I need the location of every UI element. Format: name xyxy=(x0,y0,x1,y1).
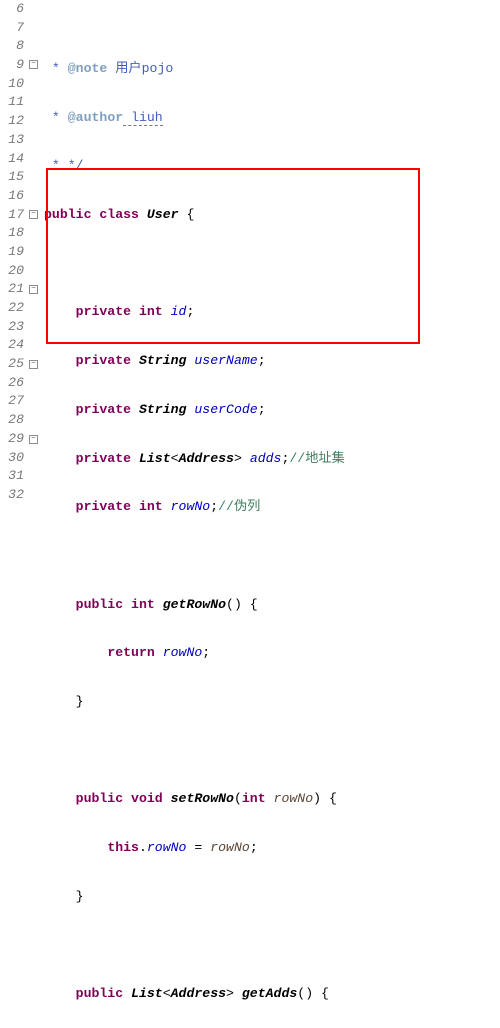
code-line: private String userName; xyxy=(44,352,500,371)
line-number: 20 xyxy=(0,262,24,281)
line-number: 21 xyxy=(0,280,24,299)
fold-toggle-icon[interactable] xyxy=(29,285,38,294)
code-line: * @author liuh xyxy=(44,109,500,128)
line-number-gutter: 6 7 8 9 10 11 12 13 14 15 16 17 18 19 20… xyxy=(0,0,28,1028)
line-number: 18 xyxy=(0,224,24,243)
line-number: 13 xyxy=(0,131,24,150)
fold-toggle-icon[interactable] xyxy=(29,360,38,369)
code-line: * */ xyxy=(44,157,500,176)
line-number: 19 xyxy=(0,243,24,262)
line-number: 15 xyxy=(0,168,24,187)
code-line: * @note 用户pojo xyxy=(44,60,500,79)
line-number: 22 xyxy=(0,299,24,318)
line-number: 32 xyxy=(0,486,24,505)
code-line xyxy=(44,936,500,955)
code-line: public void setRowNo(int rowNo) { xyxy=(44,790,500,809)
code-line: this.rowNo = rowNo; xyxy=(44,839,500,858)
fold-toggle-icon[interactable] xyxy=(29,60,38,69)
fold-toggle-icon[interactable] xyxy=(29,210,38,219)
line-number: 31 xyxy=(0,467,24,486)
line-number: 26 xyxy=(0,374,24,393)
code-line xyxy=(44,255,500,274)
fold-toggle-icon[interactable] xyxy=(29,435,38,444)
line-number: 14 xyxy=(0,150,24,169)
line-number: 7 xyxy=(0,19,24,38)
line-number: 6 xyxy=(0,0,24,19)
line-number: 8 xyxy=(0,37,24,56)
code-line: private int rowNo;//伪列 xyxy=(44,498,500,517)
code-line: public List<Address> getAdds() { xyxy=(44,985,500,1004)
code-line: private String userCode; xyxy=(44,401,500,420)
code-line: private int id; xyxy=(44,303,500,322)
line-number: 28 xyxy=(0,411,24,430)
line-number: 29 xyxy=(0,430,24,449)
line-number: 10 xyxy=(0,75,24,94)
fold-marker-gutter xyxy=(28,0,42,1028)
code-line xyxy=(44,547,500,566)
line-number: 24 xyxy=(0,336,24,355)
line-number: 17 xyxy=(0,206,24,225)
code-line: private List<Address> adds;//地址集 xyxy=(44,450,500,469)
code-area[interactable]: * @note 用户pojo * @author liuh * */ publi… xyxy=(42,0,500,1028)
line-number: 30 xyxy=(0,449,24,468)
code-line: public int getRowNo() { xyxy=(44,596,500,615)
code-line: return rowNo; xyxy=(44,644,500,663)
code-line: } xyxy=(44,888,500,907)
code-line xyxy=(44,742,500,761)
line-number: 16 xyxy=(0,187,24,206)
line-number: 27 xyxy=(0,392,24,411)
line-number: 23 xyxy=(0,318,24,337)
line-number: 9 xyxy=(0,56,24,75)
line-number: 11 xyxy=(0,93,24,112)
code-editor[interactable]: 6 7 8 9 10 11 12 13 14 15 16 17 18 19 20… xyxy=(0,0,500,1028)
code-line: } xyxy=(44,693,500,712)
line-number: 25 xyxy=(0,355,24,374)
line-number: 12 xyxy=(0,112,24,131)
code-line: public class User { xyxy=(44,206,500,225)
